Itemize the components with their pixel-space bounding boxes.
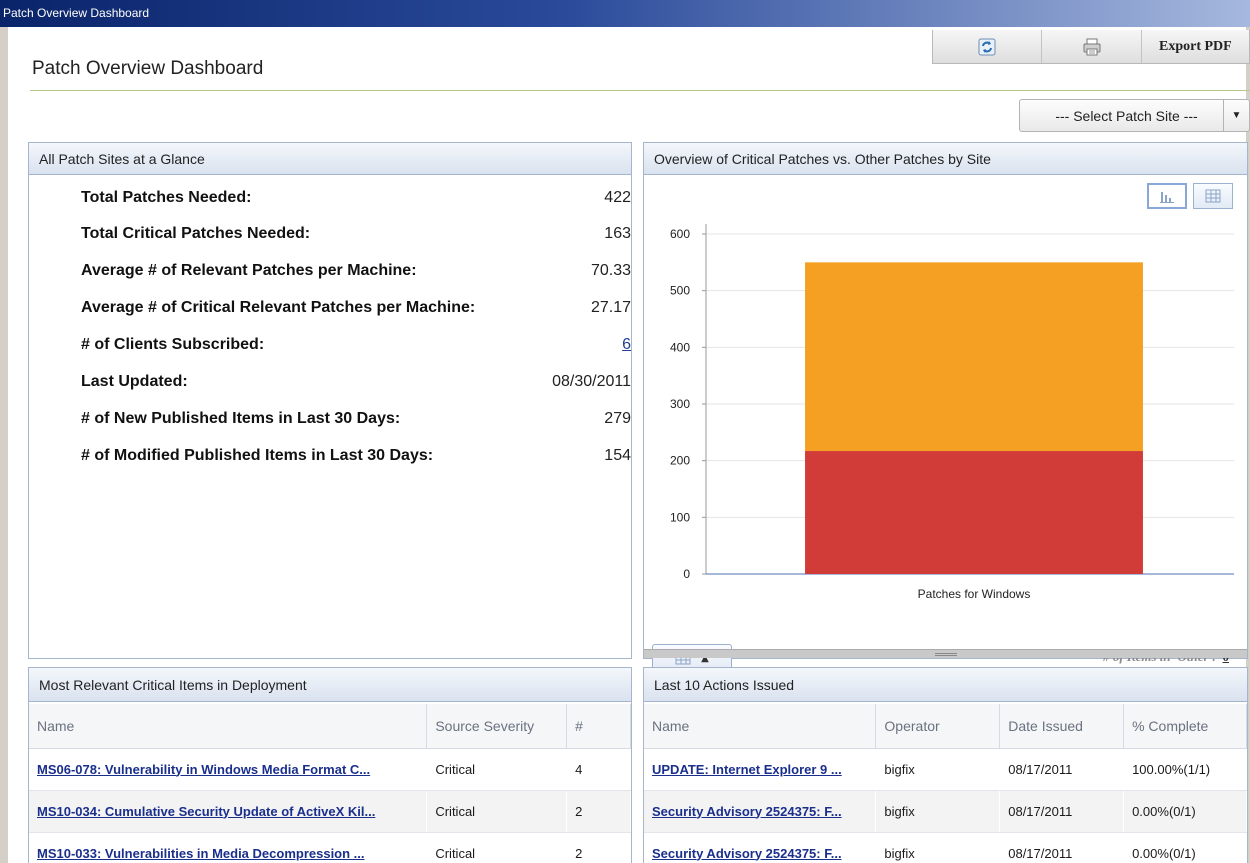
title-divider [30, 90, 1250, 91]
column-header-date-issued[interactable]: Date Issued [999, 704, 1125, 749]
stat-row: Total Critical Patches Needed: 163 [81, 225, 631, 249]
table-cell: bigfix [875, 790, 1001, 833]
action-link[interactable]: UPDATE: Internet Explorer 9 ... [652, 762, 842, 777]
stat-value: 422 [604, 189, 631, 206]
stat-row: Average # of Critical Relevant Patches p… [81, 299, 631, 323]
stat-row: Average # of Relevant Patches per Machin… [81, 262, 631, 286]
table-cell: 0.00%(0/1) [1123, 832, 1247, 863]
chevron-down-icon[interactable]: ▼ [1223, 100, 1249, 131]
toolbar: Export PDF [932, 30, 1250, 64]
table-cell: 0.00%(0/1) [1123, 790, 1247, 833]
print-button[interactable] [1042, 30, 1142, 63]
table-cell: 100.00%(1/1) [1123, 748, 1247, 791]
y-tick-label: 400 [670, 340, 690, 354]
export-pdf-button[interactable]: Export PDF [1142, 30, 1249, 63]
window-left-border [0, 27, 8, 863]
column-header-name[interactable]: Name [644, 704, 877, 749]
stat-value: 154 [604, 447, 631, 464]
stat-label: Last Updated: [81, 373, 188, 390]
y-tick-label: 600 [670, 227, 690, 241]
y-tick-label: 500 [670, 284, 690, 298]
table-row: MS06-078: Vulnerability in Windows Media… [29, 748, 631, 791]
table-cell: 2 [566, 790, 631, 833]
refresh-button[interactable] [933, 30, 1043, 63]
table-cell: 4 [566, 748, 631, 791]
critical-item-link[interactable]: MS06-078: Vulnerability in Windows Media… [37, 762, 370, 777]
x-category-label: Patches for Windows [918, 587, 1031, 601]
critical-items-header: Most Relevant Critical Items in Deployme… [29, 668, 631, 702]
stat-row: # of Modified Published Items in Last 30… [81, 447, 631, 471]
column-header-percent-complete[interactable]: % Complete [1123, 704, 1247, 749]
stat-label: Average # of Relevant Patches per Machin… [81, 262, 417, 279]
y-tick-label: 100 [670, 510, 690, 524]
bar-segment-series-1 [805, 262, 1143, 452]
y-tick-label: 0 [683, 567, 690, 581]
clients-subscribed-link[interactable]: 6 [622, 336, 631, 360]
stat-value: 279 [604, 410, 631, 427]
window-titlebar: Patch Overview Dashboard [0, 0, 1250, 27]
stat-row: # of New Published Items in Last 30 Days… [81, 410, 631, 434]
panel-resize-handle[interactable] [644, 649, 1247, 658]
column-header-operator[interactable]: Operator [875, 704, 1001, 749]
stat-row: Last Updated: 08/30/2011 [81, 373, 631, 397]
stat-row: # of Clients Subscribed: 6 [81, 336, 631, 360]
patch-site-select[interactable]: --- Select Patch Site --- ▼ [1019, 99, 1250, 132]
stat-label: # of Clients Subscribed: [81, 336, 265, 353]
page-title: Patch Overview Dashboard [32, 58, 264, 79]
print-icon [1083, 38, 1100, 55]
table-cell: 08/17/2011 [999, 748, 1125, 791]
table-cell: 08/17/2011 [999, 790, 1125, 833]
y-tick-label: 300 [670, 397, 690, 411]
action-link[interactable]: Security Advisory 2524375: F... [652, 846, 842, 861]
table-row: MS10-033: Vulnerabilities in Media Decom… [29, 832, 631, 863]
action-link[interactable]: Security Advisory 2524375: F... [652, 804, 842, 819]
stat-value: 08/30/2011 [552, 373, 631, 390]
stat-row: Total Patches Needed: 422 [81, 189, 631, 213]
glance-panel: All Patch Sites at a Glance Total Patche… [28, 142, 632, 659]
bar-segment-series-0 [805, 451, 1143, 574]
critical-items-table: Name Source Severity # MS06-078: Vulnera… [29, 704, 631, 863]
critical-items-panel: Most Relevant Critical Items in Deployme… [28, 667, 632, 863]
actions-panel: Last 10 Actions Issued Name Operator Dat… [643, 667, 1248, 863]
table-cell: Critical [426, 790, 568, 833]
table-cell: bigfix [875, 748, 1001, 791]
column-header-source-severity[interactable]: Source Severity [426, 704, 568, 749]
table-row: Security Advisory 2524375: F... bigfix 0… [644, 832, 1247, 863]
refresh-icon [978, 38, 996, 55]
column-header-name[interactable]: Name [29, 704, 428, 749]
stat-value: 70.33 [590, 262, 631, 279]
table-cell: bigfix [875, 832, 1001, 863]
column-header-count[interactable]: # [566, 704, 631, 749]
table-header-row: Name Operator Date Issued % Complete [644, 704, 1247, 749]
table-cell: 2 [566, 832, 631, 863]
actions-panel-header: Last 10 Actions Issued [644, 668, 1247, 702]
critical-item-link[interactable]: MS10-033: Vulnerabilities in Media Decom… [37, 846, 365, 861]
y-tick-label: 200 [670, 454, 690, 468]
table-row: UPDATE: Internet Explorer 9 ... bigfix 0… [644, 748, 1247, 791]
glance-panel-header: All Patch Sites at a Glance [29, 143, 631, 175]
table-header-row: Name Source Severity # [29, 704, 631, 749]
patch-site-select-value: --- Select Patch Site --- [1055, 107, 1198, 124]
stat-label: # of Modified Published Items in Last 30… [81, 447, 434, 464]
chart-panel: Overview of Critical Patches vs. Other P… [643, 142, 1248, 672]
table-row: MS10-034: Cumulative Security Update of … [29, 790, 631, 833]
stat-label: Total Patches Needed: [81, 189, 252, 206]
critical-item-link[interactable]: MS10-034: Cumulative Security Update of … [37, 804, 375, 819]
table-cell: Critical [426, 748, 568, 791]
table-cell: 08/17/2011 [999, 832, 1125, 863]
stat-label: Average # of Critical Relevant Patches p… [81, 299, 476, 316]
actions-table: Name Operator Date Issued % Complete UPD… [644, 704, 1247, 863]
stat-value: 163 [604, 225, 631, 242]
chart-panel-header: Overview of Critical Patches vs. Other P… [644, 143, 1247, 175]
table-cell: Critical [426, 832, 568, 863]
stat-label: # of New Published Items in Last 30 Days… [81, 410, 401, 427]
patch-chart: 0 100 200 300 400 500 600 Patches for Windows [670, 224, 1234, 601]
table-row: Security Advisory 2524375: F... bigfix 0… [644, 790, 1247, 833]
stat-label: Total Critical Patches Needed: [81, 225, 311, 242]
stat-value: 27.17 [590, 299, 631, 316]
